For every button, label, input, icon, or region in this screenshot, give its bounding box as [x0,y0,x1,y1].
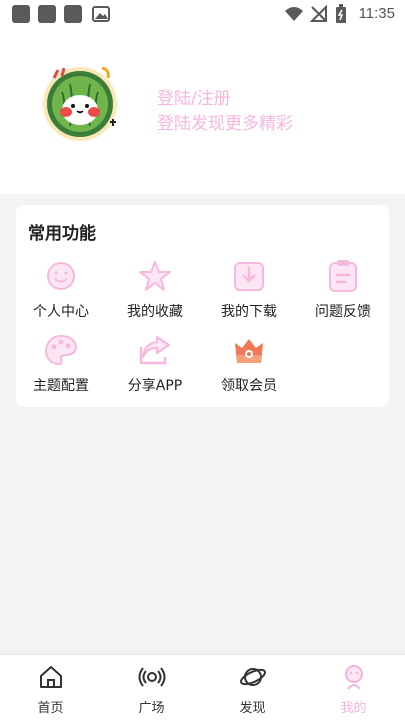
functions-title: 常用功能 [28,224,96,244]
tab-label: 广场 [138,701,165,716]
palette-icon [44,334,78,366]
notification-icon [38,5,56,23]
share-app-button[interactable]: 分享APP [108,333,202,399]
item-label: 分享APP [127,378,183,394]
item-label: 个人中心 [33,304,89,320]
tab-home[interactable]: 首页 [0,655,101,721]
tab-discover[interactable]: 发现 [202,655,303,721]
signal-icon [310,5,327,22]
favorites-button[interactable]: 我的收藏 [108,259,202,325]
notification-icon [12,5,30,23]
tab-mine[interactable]: 我的 [303,655,404,721]
item-label: 主题配置 [33,378,89,394]
downloads-button[interactable]: 我的下载 [202,259,296,325]
tab-label: 首页 [37,701,64,716]
item-label: 问题反馈 [315,304,371,320]
star-icon [139,261,171,291]
tab-square[interactable]: 广场 [101,655,202,721]
clipboard-icon [329,260,357,292]
avatar[interactable] [40,62,120,142]
smiley-icon [47,262,75,290]
share-icon [139,336,170,365]
tab-label: 我的 [340,701,367,716]
login-hint: 登陆发现更多精彩 [157,114,293,134]
user-icon [344,665,363,690]
home-icon [39,666,62,688]
bottom-tab-bar: 首页 广场 发现 我的 [0,654,405,721]
wifi-icon [285,7,303,21]
login-register-link[interactable]: 登陆/注册 [157,84,231,109]
personal-center-button[interactable]: 个人中心 [14,259,108,325]
tab-label: 发现 [239,701,266,716]
notification-icon [64,5,82,23]
item-label: 我的收藏 [127,304,183,320]
functions-card: 常用功能 个人中心 我的收藏 我的下载 问题反馈 主题配置 分享APP 领取会员 [16,205,389,407]
planet-icon [239,668,266,686]
claim-membership-button[interactable]: 领取会员 [202,333,296,399]
status-bar: 11:35 [0,0,405,28]
feedback-button[interactable]: 问题反馈 [296,259,390,325]
broadcast-icon [138,667,165,687]
item-label: 我的下载 [221,304,277,320]
image-icon [92,6,110,22]
item-label: 领取会员 [221,378,277,394]
battery-icon [336,4,346,23]
crown-icon [235,339,263,363]
clock: 11:35 [358,5,395,22]
download-icon [234,262,264,291]
theme-settings-button[interactable]: 主题配置 [14,333,108,399]
